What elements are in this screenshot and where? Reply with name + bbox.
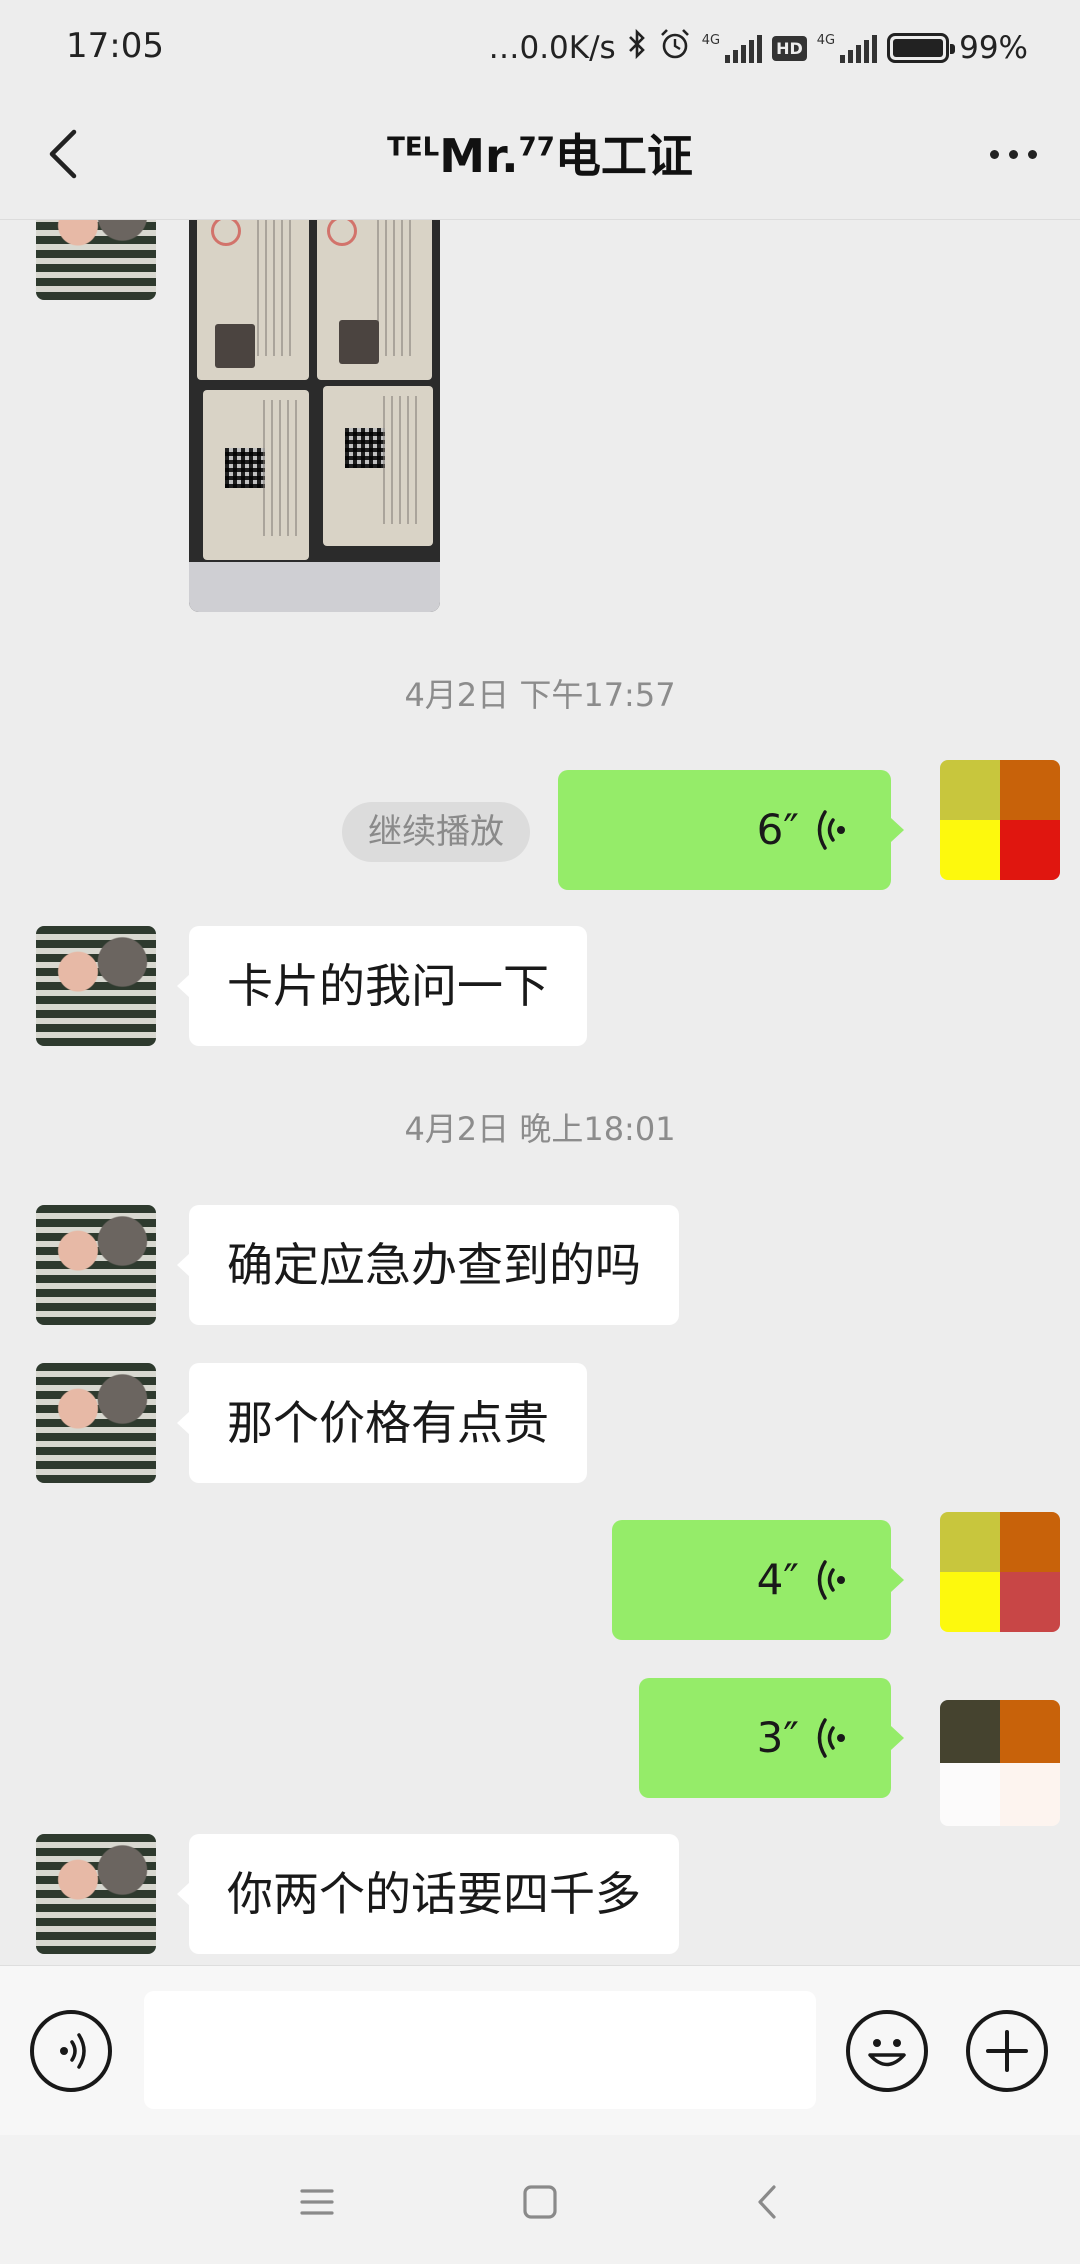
- certificate-card: [317, 220, 432, 380]
- signal-icon-sim2: 4G: [816, 33, 878, 63]
- voice-duration: 6″: [756, 805, 799, 854]
- battery-level: [893, 39, 943, 57]
- title-name: Mr.: [439, 129, 519, 183]
- chat-header: TELMr.77电工证: [0, 90, 1080, 220]
- network-speed: …0.0K/s: [488, 30, 616, 66]
- image-message[interactable]: [189, 220, 440, 612]
- certificate-card: [197, 220, 309, 380]
- title-superscript: 77: [518, 132, 555, 163]
- status-time: 17:05: [66, 26, 164, 66]
- system-nav-bar: [0, 2135, 1080, 2264]
- back-nav-button[interactable]: [742, 2177, 792, 2227]
- hd-badge: HD: [772, 35, 807, 61]
- title-prefix: TEL: [387, 132, 440, 163]
- text-message[interactable]: 确定应急办查到的吗: [177, 1205, 679, 1325]
- bluetooth-icon: [626, 28, 648, 68]
- plus-icon: [986, 2030, 1028, 2072]
- menu-nav-button[interactable]: [292, 2177, 342, 2227]
- friend-avatar[interactable]: [36, 1363, 156, 1483]
- signal-icon-sim1: 4G: [701, 33, 763, 63]
- status-bar: 17:05 …0.0K/s 4G HD 4G 99%: [0, 0, 1080, 90]
- friend-avatar[interactable]: [36, 1834, 156, 1954]
- certificate-card: [323, 386, 433, 546]
- text-message[interactable]: 卡片的我问一下: [177, 926, 587, 1046]
- voice-duration: 4″: [756, 1555, 799, 1604]
- title-suffix: 电工证: [554, 129, 693, 183]
- plus-button[interactable]: [966, 2010, 1048, 2092]
- voice-message[interactable]: 6″: [558, 770, 904, 890]
- battery-icon: [887, 33, 956, 63]
- text-message[interactable]: 那个价格有点贵: [177, 1363, 587, 1483]
- menu-icon: [300, 2189, 334, 2215]
- friend-avatar[interactable]: [36, 220, 156, 300]
- home-nav-button[interactable]: [515, 2177, 565, 2227]
- home-square-icon: [523, 2185, 557, 2219]
- voice-mode-icon: [60, 2033, 86, 2069]
- certificate-card: [203, 390, 309, 560]
- emoji-icon: [868, 2039, 906, 2067]
- voice-message[interactable]: 3″: [639, 1678, 904, 1798]
- voice-wave-icon: [817, 1718, 845, 1758]
- my-avatar[interactable]: [940, 1700, 1060, 1826]
- alarm-icon: [658, 27, 692, 69]
- friend-avatar[interactable]: [36, 926, 156, 1046]
- message-input[interactable]: [144, 1991, 816, 2109]
- sim2-network-type: 4G: [816, 33, 836, 48]
- back-triangle-icon: [758, 2185, 776, 2219]
- timestamp: 4月2日 下午17:57: [404, 676, 676, 714]
- battery-percent: 99%: [959, 30, 1028, 66]
- text-message[interactable]: 你两个的话要四千多: [177, 1834, 679, 1954]
- my-avatar[interactable]: [940, 760, 1060, 880]
- voice-message[interactable]: 4″: [612, 1520, 904, 1640]
- chat-title: TELMr.77电工证: [0, 120, 1080, 186]
- voice-wave-icon: [817, 810, 845, 850]
- status-icons: …0.0K/s 4G HD 4G 99%: [488, 26, 1028, 70]
- friend-avatar[interactable]: [36, 1205, 156, 1325]
- voice-duration: 3″: [756, 1713, 799, 1762]
- input-bar: [0, 1965, 1080, 2135]
- emoji-button[interactable]: [846, 2010, 928, 2092]
- voice-mode-button[interactable]: [30, 2010, 112, 2092]
- timestamp: 4月2日 晚上18:01: [404, 1110, 676, 1148]
- voice-wave-icon: [817, 1560, 845, 1600]
- chat-message-list[interactable]: 4月2日 下午17:57 继续播放 6″ 卡片的我问一下 4月2日 晚上18:0…: [0, 220, 1080, 1965]
- my-avatar[interactable]: [940, 1512, 1060, 1632]
- resume-playback-button[interactable]: 继续播放: [342, 802, 530, 862]
- more-button[interactable]: [976, 124, 1050, 184]
- more-dots-icon: [989, 149, 1037, 159]
- sim1-network-type: 4G: [701, 33, 721, 48]
